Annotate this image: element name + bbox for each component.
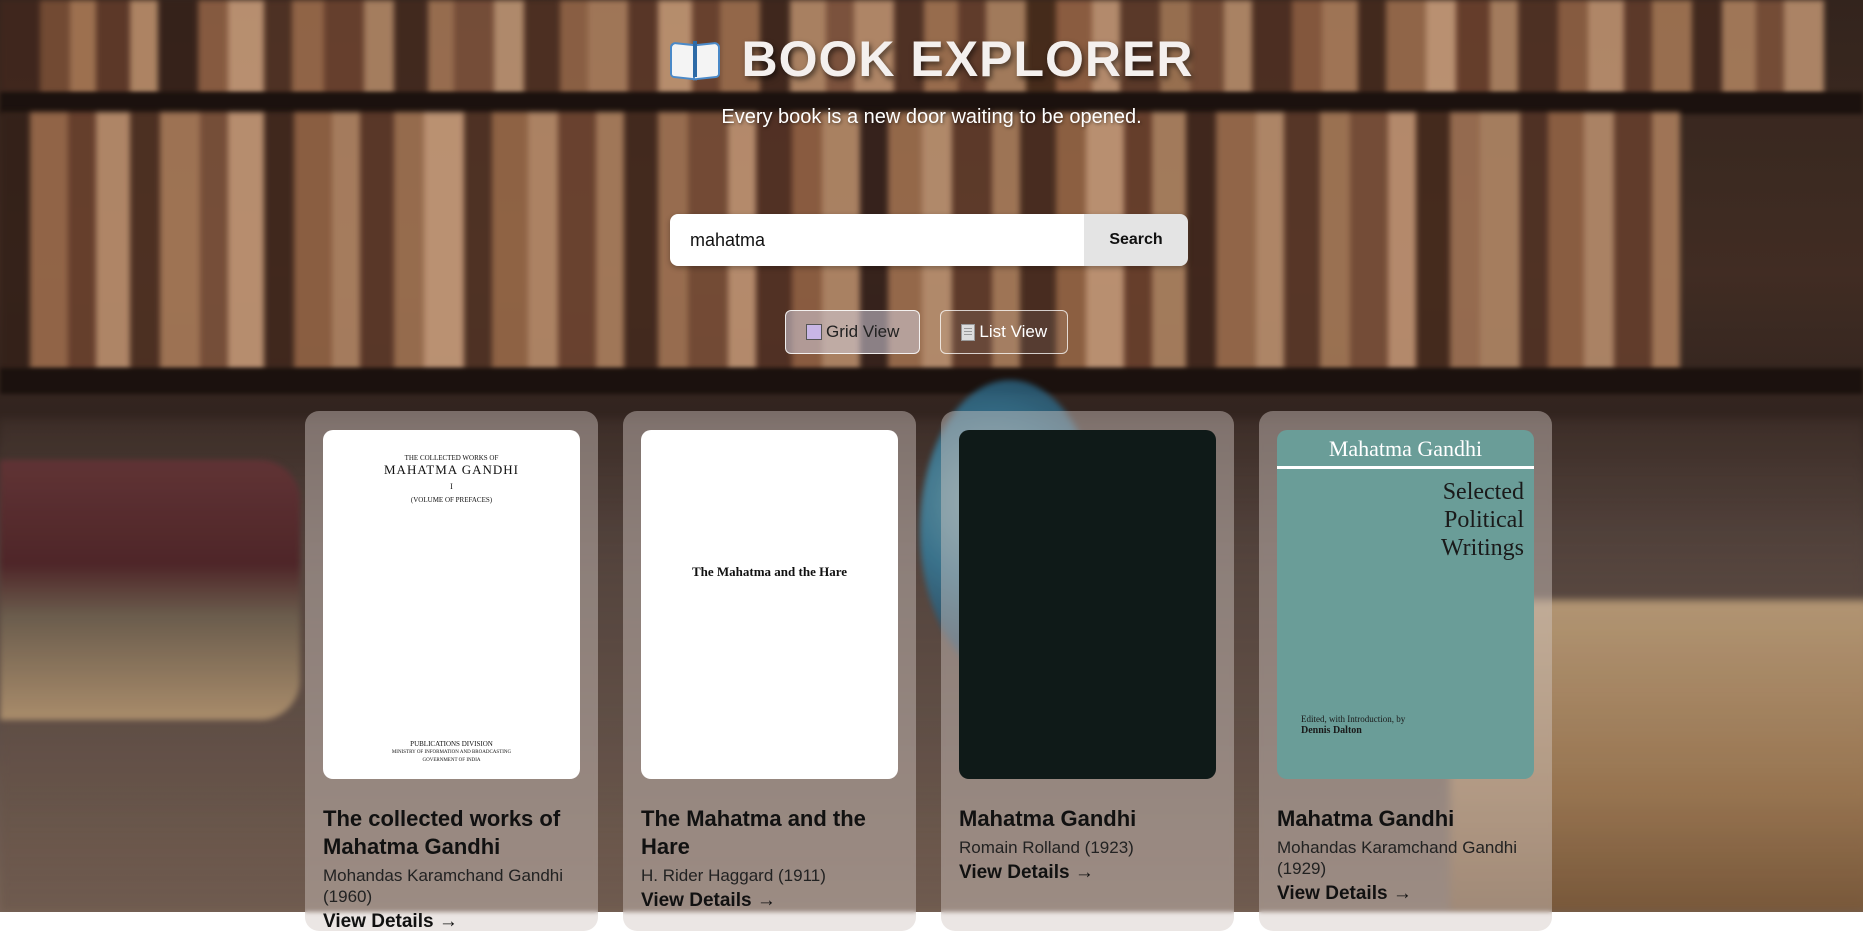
search-input[interactable] [670,214,1084,266]
list-view-button[interactable]: List View [940,310,1069,354]
cover-text: MINISTRY OF INFORMATION AND BROADCASTING [391,750,512,755]
grid-icon [806,324,822,340]
book-title: Mahatma Gandhi [1277,806,1455,831]
cover-text: Political [1444,507,1524,533]
list-icon [961,323,976,341]
page-title: BOOK EXPLORER [741,31,1194,87]
grid-view-button[interactable]: Grid View [785,310,921,354]
book-card[interactable]: THE COLLECTED WORKS OF MAHATMA GANDHI I … [305,411,598,931]
book-author: Mohandas Karamchand Gandhi (1929) [1277,838,1518,878]
tagline: Every book is a new door waiting to be o… [721,106,1142,128]
cover-subtitle: Selected Political Writings [1441,478,1524,562]
book-card[interactable]: Mahatma Gandhi Selected Political Writin… [1259,411,1552,931]
book-author: Mohandas Karamchand Gandhi (1960) [323,866,564,906]
cover-text: Edited, with Introduction, by [1301,714,1406,724]
list-view-label: List View [979,322,1048,341]
book-title: The Mahatma and the Hare [641,806,866,859]
cover-text: GOVERNMENT OF INDIA [422,758,481,763]
book-title: The collected works of Mahatma Gandhi [323,806,561,859]
view-toggle: Grid View List View [785,310,1069,354]
search-button[interactable]: Search [1084,214,1188,266]
search-form: Search [670,214,1188,266]
view-details-link[interactable]: View Details → [323,911,458,931]
cover-text: PUBLICATIONS DIVISION [410,740,493,748]
book-cover[interactable] [959,430,1216,779]
view-details-link[interactable]: View Details → [641,890,776,912]
book-grid: THE COLLECTED WORKS OF MAHATMA GANDHI I … [305,411,1552,931]
cover-text: I [450,482,453,491]
book-cover[interactable]: Mahatma Gandhi Selected Political Writin… [1277,430,1534,779]
cover-text: Selected [1442,479,1524,505]
cover-text: Mahatma Gandhi [1328,436,1483,461]
cover-editor: Edited, with Introduction, by Dennis Dal… [1301,714,1405,736]
page-header: BOOK EXPLORER Every book is a new door w… [0,30,1863,129]
cover-text: Dennis Dalton [1301,725,1362,736]
grid-view-label: Grid View [826,322,900,341]
cover-text: MAHATMA GANDHI [384,462,519,477]
open-book-icon [669,39,720,81]
book-card[interactable]: Mahatma Gandhi Romain Rolland (1923) Vie… [941,411,1234,931]
book-cover[interactable]: The Mahatma and the Hare [641,430,898,779]
book-author: Romain Rolland (1923) [959,838,1134,857]
view-details-link[interactable]: View Details → [959,862,1094,884]
book-cover[interactable]: THE COLLECTED WORKS OF MAHATMA GANDHI I … [323,430,580,779]
cover-text: The Mahatma and the Hare [691,564,848,579]
book-card[interactable]: The Mahatma and the Hare The Mahatma and… [623,411,916,931]
view-details-link[interactable]: View Details → [1277,883,1412,905]
book-title: Mahatma Gandhi [959,806,1137,831]
cover-text: (VOLUME OF PREFACES) [410,496,493,504]
cover-divider [1277,466,1534,469]
cover-text: THE COLLECTED WORKS OF [404,454,499,462]
book-author: H. Rider Haggard (1911) [641,866,826,885]
cover-text: Writings [1440,535,1524,561]
